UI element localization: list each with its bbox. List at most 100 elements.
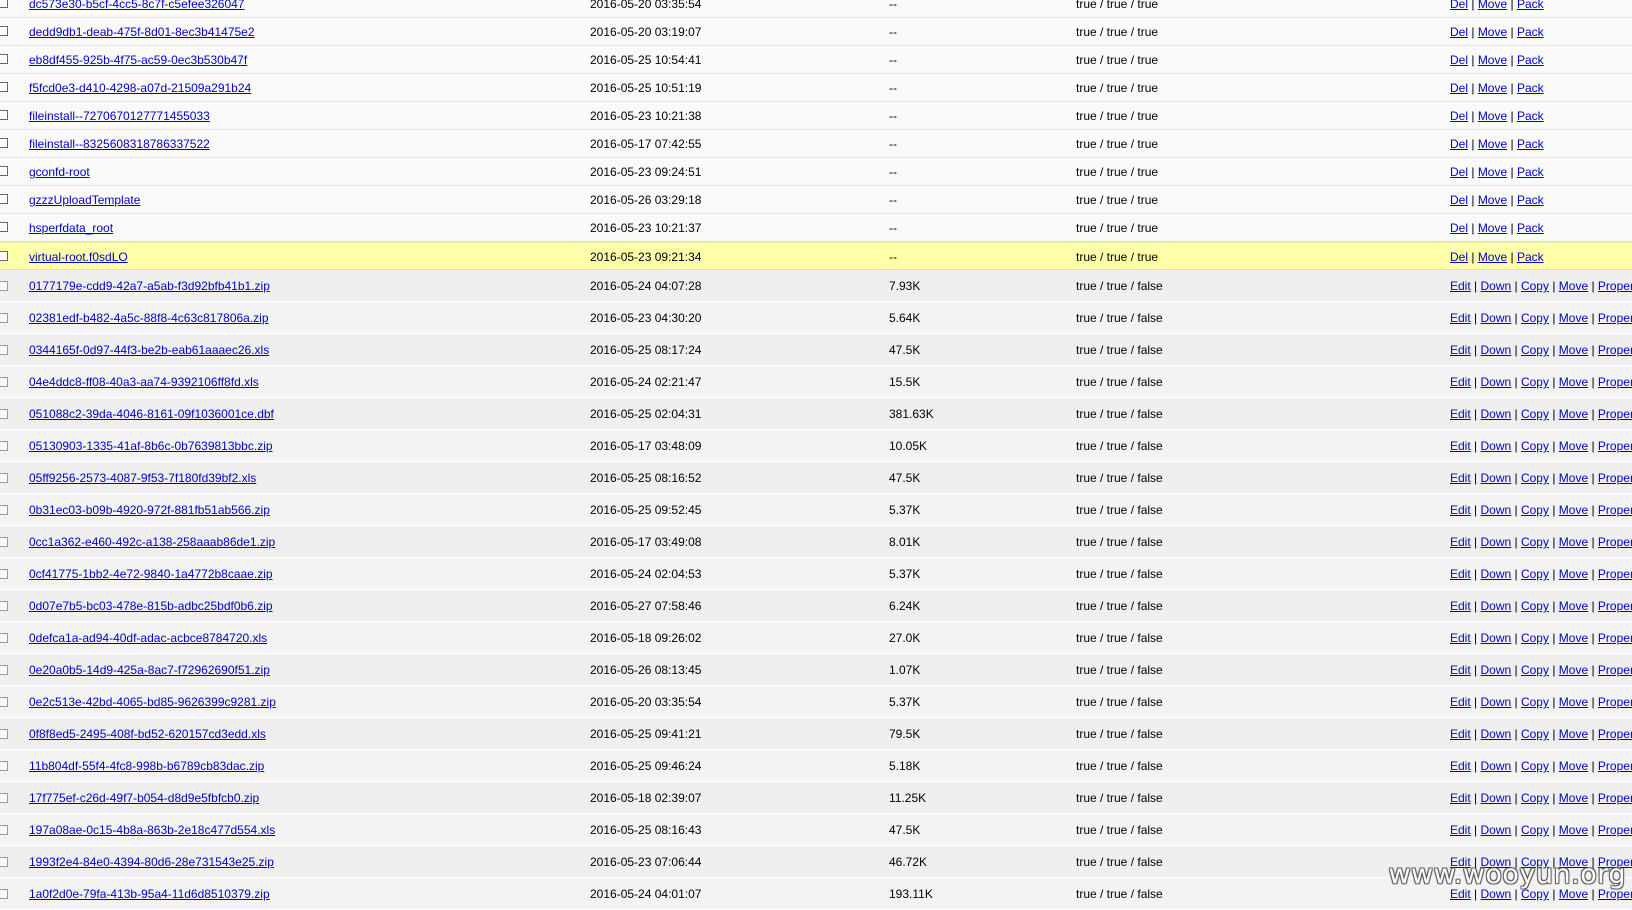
file-link[interactable]: 0d07e7b5-bc03-478e-815b-adbc25bdf0b6.zip (29, 599, 273, 613)
property-link[interactable]: Property (1598, 567, 1632, 581)
move-link[interactable]: Move (1559, 279, 1588, 293)
property-link[interactable]: Property (1598, 727, 1632, 741)
move-link[interactable]: Move (1478, 25, 1507, 39)
file-link[interactable]: 0e2c513e-42bd-4065-bd85-9626399c9281.zip (29, 695, 276, 709)
down-link[interactable]: Down (1480, 567, 1511, 581)
copy-link[interactable]: Copy (1521, 439, 1549, 453)
edit-link[interactable]: Edit (1450, 407, 1471, 421)
file-link[interactable]: 05130903-1335-41af-8b6c-0b7639813bbc.zip (29, 439, 273, 453)
row-checkbox[interactable] (0, 601, 8, 611)
move-link[interactable]: Move (1478, 165, 1507, 179)
del-link[interactable]: Del (1450, 250, 1468, 264)
down-link[interactable]: Down (1480, 727, 1511, 741)
edit-link[interactable]: Edit (1450, 631, 1471, 645)
move-link[interactable]: Move (1559, 631, 1588, 645)
row-checkbox[interactable] (0, 26, 8, 36)
row-checkbox[interactable] (0, 761, 8, 771)
move-link[interactable]: Move (1478, 250, 1507, 264)
row-checkbox[interactable] (0, 54, 8, 64)
move-link[interactable]: Move (1559, 343, 1588, 357)
edit-link[interactable]: Edit (1450, 823, 1471, 837)
edit-link[interactable]: Edit (1450, 695, 1471, 709)
directory-link[interactable]: gconfd-root (29, 165, 90, 179)
file-link[interactable]: 17f775ef-c26d-49f7-b054-d8d9e5fbfcb0.zip (29, 791, 259, 805)
file-link[interactable]: 0e20a0b5-14d9-425a-8ac7-f72962690f51.zip (29, 663, 270, 677)
property-link[interactable]: Property (1598, 343, 1632, 357)
del-link[interactable]: Del (1450, 53, 1468, 67)
copy-link[interactable]: Copy (1521, 631, 1549, 645)
file-link[interactable]: 0f8f8ed5-2495-408f-bd52-620157cd3edd.xls (29, 727, 266, 741)
row-checkbox[interactable] (0, 409, 8, 419)
property-link[interactable]: Property (1598, 695, 1632, 709)
del-link[interactable]: Del (1450, 25, 1468, 39)
pack-link[interactable]: Pack (1517, 53, 1544, 67)
directory-link[interactable]: eb8df455-925b-4f75-ac59-0ec3b530b47f (29, 53, 247, 67)
row-checkbox[interactable] (0, 537, 8, 547)
directory-link[interactable]: fileinstall--7270670127771455033 (29, 109, 210, 123)
edit-link[interactable]: Edit (1450, 343, 1471, 357)
pack-link[interactable]: Pack (1517, 25, 1544, 39)
down-link[interactable]: Down (1480, 471, 1511, 485)
pack-link[interactable]: Pack (1517, 137, 1544, 151)
row-checkbox[interactable] (0, 569, 8, 579)
del-link[interactable]: Del (1450, 0, 1468, 11)
down-link[interactable]: Down (1480, 503, 1511, 517)
file-link[interactable]: 0344165f-0d97-44f3-be2b-eab61aaaec26.xls (29, 343, 269, 357)
file-link[interactable]: 0b31ec03-b09b-4920-972f-881fb51ab566.zip (29, 503, 270, 517)
row-checkbox[interactable] (0, 633, 8, 643)
directory-link[interactable]: dedd9db1-deab-475f-8d01-8ec3b41475e2 (29, 25, 255, 39)
row-checkbox[interactable] (0, 473, 8, 483)
edit-link[interactable]: Edit (1450, 503, 1471, 517)
property-link[interactable]: Property (1598, 631, 1632, 645)
row-checkbox[interactable] (0, 697, 8, 707)
row-checkbox[interactable] (0, 110, 8, 120)
directory-link[interactable]: hsperfdata_root (29, 221, 113, 235)
down-link[interactable]: Down (1480, 663, 1511, 677)
row-checkbox[interactable] (0, 166, 8, 176)
down-link[interactable]: Down (1480, 631, 1511, 645)
file-link[interactable]: 1a0f2d0e-79fa-413b-95a4-11d6d8510379.zip (29, 887, 270, 901)
property-link[interactable]: Property (1598, 375, 1632, 389)
edit-link[interactable]: Edit (1450, 439, 1471, 453)
copy-link[interactable]: Copy (1521, 599, 1549, 613)
property-link[interactable]: Property (1598, 439, 1632, 453)
move-link[interactable]: Move (1559, 663, 1588, 677)
move-link[interactable]: Move (1478, 221, 1507, 235)
edit-link[interactable]: Edit (1450, 663, 1471, 677)
property-link[interactable]: Property (1598, 471, 1632, 485)
copy-link[interactable]: Copy (1521, 407, 1549, 421)
property-link[interactable]: Property (1598, 311, 1632, 325)
down-link[interactable]: Down (1480, 343, 1511, 357)
down-link[interactable]: Down (1480, 791, 1511, 805)
property-link[interactable]: Property (1598, 759, 1632, 773)
property-link[interactable]: Property (1598, 279, 1632, 293)
move-link[interactable]: Move (1559, 599, 1588, 613)
directory-link[interactable]: virtual-root.f0sdLO (29, 250, 128, 264)
file-link[interactable]: 0defca1a-ad94-40df-adac-acbce8784720.xls (29, 631, 267, 645)
row-checkbox[interactable] (0, 138, 8, 148)
row-checkbox[interactable] (0, 505, 8, 515)
edit-link[interactable]: Edit (1450, 471, 1471, 485)
file-link[interactable]: 04e4ddc8-ff08-40a3-aa74-9392106ff8fd.xls (29, 375, 259, 389)
pack-link[interactable]: Pack (1517, 250, 1544, 264)
property-link[interactable]: Property (1598, 663, 1632, 677)
row-checkbox[interactable] (0, 441, 8, 451)
directory-link[interactable]: gzzzUploadTemplate (29, 193, 140, 207)
down-link[interactable]: Down (1480, 599, 1511, 613)
move-link[interactable]: Move (1478, 137, 1507, 151)
move-link[interactable]: Move (1478, 109, 1507, 123)
file-link[interactable]: 11b804df-55f4-4fc8-998b-b6789cb83dac.zip (29, 759, 264, 773)
del-link[interactable]: Del (1450, 165, 1468, 179)
move-link[interactable]: Move (1478, 193, 1507, 207)
del-link[interactable]: Del (1450, 81, 1468, 95)
down-link[interactable]: Down (1480, 279, 1511, 293)
del-link[interactable]: Del (1450, 221, 1468, 235)
copy-link[interactable]: Copy (1521, 663, 1549, 677)
directory-link[interactable]: f5fcd0e3-d410-4298-a07d-21509a291b24 (29, 81, 251, 95)
file-link[interactable]: 197a08ae-0c15-4b8a-863b-2e18c477d554.xls (29, 823, 275, 837)
copy-link[interactable]: Copy (1521, 823, 1549, 837)
row-checkbox[interactable] (0, 82, 8, 92)
edit-link[interactable]: Edit (1450, 599, 1471, 613)
file-link[interactable]: 0cf41775-1bb2-4e72-9840-1a4772b8caae.zip (29, 567, 273, 581)
copy-link[interactable]: Copy (1521, 535, 1549, 549)
